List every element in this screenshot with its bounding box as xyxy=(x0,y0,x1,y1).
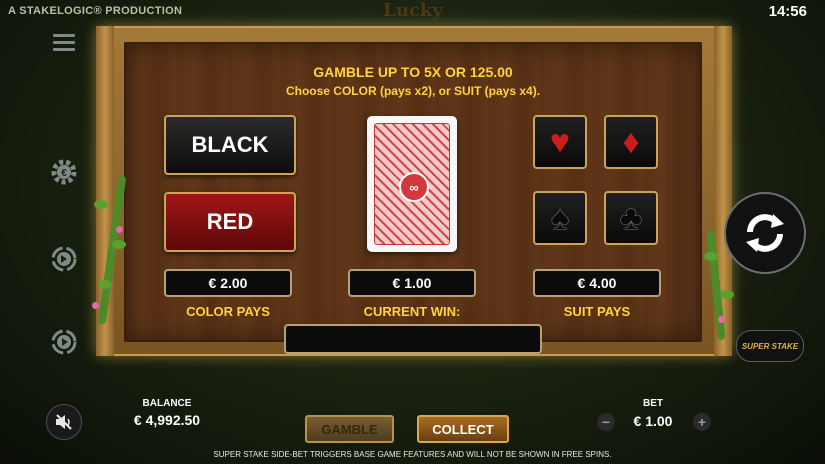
suit-pays-label: SUIT PAYS xyxy=(563,304,631,319)
spades-button[interactable]: ♠ xyxy=(533,191,587,245)
gamble-instructions: Choose COLOR (pays x2), or SUIT (pays x4… xyxy=(285,84,541,98)
color-pays-value: € 2.00 xyxy=(164,269,292,297)
gamble-button[interactable]: GAMBLE xyxy=(305,415,394,443)
leaf-decoration xyxy=(94,200,108,209)
bet-value: € 1.00 xyxy=(633,413,673,429)
flower-bud xyxy=(116,226,123,233)
red-button[interactable]: RED xyxy=(164,192,296,252)
black-button[interactable]: BLACK xyxy=(164,115,296,175)
hearts-button[interactable]: ♥ xyxy=(533,115,587,169)
current-win-value: € 1.00 xyxy=(348,269,476,297)
turbo-button[interactable] xyxy=(48,326,80,358)
spin-button[interactable] xyxy=(724,192,806,274)
leaf-decoration xyxy=(704,252,718,261)
bet-label: BET xyxy=(643,398,663,409)
color-pays-label: COLOR PAYS xyxy=(186,304,270,319)
svg-text:€: € xyxy=(61,168,67,179)
gamble-card: ∞ xyxy=(367,116,457,252)
suit-pays-value: € 4.00 xyxy=(533,269,661,297)
hamburger-icon xyxy=(53,34,75,51)
gamble-headline: GAMBLE UP TO 5X OR 125.00 xyxy=(313,64,513,80)
current-win-label: CURRENT WIN: xyxy=(363,304,461,319)
studio-credit: A STAKELOGIC® PRODUCTION xyxy=(8,5,183,17)
card-logo-icon: ∞ xyxy=(399,172,429,202)
bet-increase-button[interactable]: + xyxy=(693,413,711,431)
collect-button[interactable]: COLLECT xyxy=(417,415,509,443)
turbo-icon xyxy=(51,329,77,355)
autoplay-button[interactable] xyxy=(48,243,80,275)
leaf-decoration xyxy=(720,290,734,299)
game-logo: Lucky xyxy=(383,0,443,21)
flower-bud xyxy=(92,302,99,309)
bet-decrease-button[interactable]: − xyxy=(597,413,615,431)
gear-icon: € xyxy=(51,159,77,185)
autoplay-icon xyxy=(51,246,77,272)
balance-label: BALANCE xyxy=(142,398,192,409)
refresh-icon xyxy=(746,214,784,252)
leaf-decoration xyxy=(112,240,126,249)
leaf-decoration xyxy=(98,280,112,289)
clock: 14:56 xyxy=(768,3,807,20)
diamonds-button[interactable]: ♦ xyxy=(604,115,658,169)
gamble-message-field xyxy=(284,324,542,354)
flower-bud xyxy=(718,316,725,323)
super-stake-disclaimer: SUPER STAKE SIDE-BET TRIGGERS BASE GAME … xyxy=(213,450,612,459)
card-back: ∞ xyxy=(374,123,450,245)
super-stake-button[interactable]: SUPER STAKE xyxy=(736,330,804,362)
settings-button[interactable]: € xyxy=(48,156,80,188)
sound-toggle[interactable] xyxy=(46,404,82,440)
mute-icon xyxy=(56,414,72,430)
balance-value: € 4,992.50 xyxy=(133,412,201,428)
clubs-button[interactable]: ♣ xyxy=(604,191,658,245)
menu-button[interactable] xyxy=(48,26,80,58)
